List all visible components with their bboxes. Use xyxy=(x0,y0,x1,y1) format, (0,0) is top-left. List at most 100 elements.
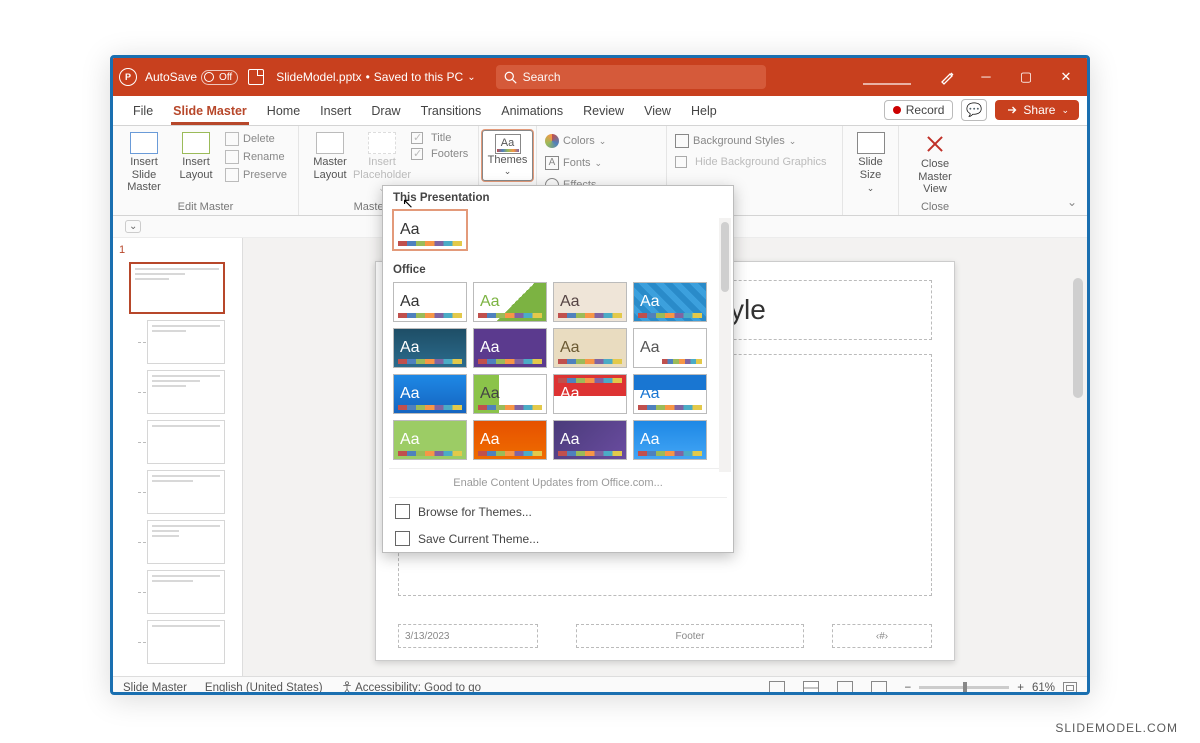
theme-swatch[interactable]: Aa xyxy=(553,328,627,368)
theme-swatch[interactable]: Aa xyxy=(633,374,707,414)
status-mode: Slide Master xyxy=(123,682,187,694)
tab-view[interactable]: View xyxy=(634,96,681,125)
slideshow-button[interactable] xyxy=(871,681,887,695)
theme-swatch[interactable]: Aa xyxy=(553,374,627,414)
theme-swatch[interactable]: Aa xyxy=(633,328,707,368)
theme-swatch[interactable]: Aa xyxy=(473,420,547,460)
close-icon xyxy=(923,132,947,156)
chevron-down-icon: ⌄ xyxy=(467,72,475,83)
zoom-in-button[interactable]: + xyxy=(1017,682,1024,694)
tab-transitions[interactable]: Transitions xyxy=(411,96,492,125)
close-button[interactable]: ✕ xyxy=(1059,69,1073,85)
tab-slide-master[interactable]: Slide Master xyxy=(163,96,257,125)
footers-checkbox[interactable]: ✓Footers xyxy=(411,148,468,160)
layout-thumbnail[interactable] xyxy=(147,320,225,364)
tab-file[interactable]: File xyxy=(123,96,163,125)
title-checkbox[interactable]: ✓Title xyxy=(411,132,468,144)
slide-size-button[interactable]: Slide Size⌄ xyxy=(851,130,890,194)
theme-swatch[interactable]: Aa xyxy=(473,328,547,368)
theme-swatch[interactable]: Aa xyxy=(553,282,627,322)
slide-number-placeholder[interactable]: ‹#› xyxy=(832,624,932,648)
insert-layout-button[interactable]: Insert Layout xyxy=(173,130,219,181)
theme-swatch[interactable]: Aa xyxy=(473,282,547,322)
theme-swatch-current[interactable]: Aa xyxy=(393,210,467,250)
delete-button[interactable]: Delete xyxy=(225,132,287,146)
zoom-level[interactable]: 61% xyxy=(1032,682,1055,694)
normal-view-button[interactable] xyxy=(769,681,785,695)
theme-swatch[interactable]: Aa xyxy=(553,420,627,460)
insert-slide-master-button[interactable]: Insert Slide Master xyxy=(121,130,167,194)
minimize-button[interactable]: ─ xyxy=(979,69,993,85)
comments-button[interactable]: 💬 xyxy=(961,99,987,121)
layout-thumbnail[interactable] xyxy=(147,370,225,414)
master-thumbnail[interactable] xyxy=(129,262,225,314)
vertical-scrollbar[interactable] xyxy=(1071,238,1085,676)
tab-help[interactable]: Help xyxy=(681,96,727,125)
search-icon xyxy=(504,71,517,84)
coming-soon-icon[interactable] xyxy=(939,69,955,85)
theme-swatch[interactable]: Aa xyxy=(393,282,467,322)
autosave-toggle[interactable]: Off xyxy=(201,70,238,85)
save-icon[interactable] xyxy=(248,69,264,85)
background-styles-button[interactable]: Background Styles⌄ xyxy=(675,134,826,148)
qat-customize-button[interactable]: ⌄ xyxy=(125,220,141,233)
share-icon xyxy=(1005,104,1017,116)
status-bar: Slide Master English (United States) Acc… xyxy=(113,676,1087,695)
layout-thumbnail[interactable] xyxy=(147,520,225,564)
themes-dropdown: This Presentation Aa Office Aa Aa Aa Aa … xyxy=(382,185,734,553)
status-accessibility[interactable]: Accessibility: Good to go xyxy=(341,681,481,694)
theme-swatch[interactable]: Aa xyxy=(633,282,707,322)
slide-sorter-button[interactable] xyxy=(803,681,819,695)
collapse-ribbon-button[interactable]: ⌄ xyxy=(1067,195,1077,209)
date-placeholder[interactable]: 3/13/2023 xyxy=(398,624,538,648)
enable-content-updates[interactable]: Enable Content Updates from Office.com..… xyxy=(389,468,727,498)
close-master-view-button[interactable]: Close Master View xyxy=(912,130,958,196)
master-layout-button[interactable]: Master Layout xyxy=(307,130,353,181)
maximize-button[interactable]: ▢ xyxy=(1019,69,1033,85)
tab-home[interactable]: Home xyxy=(257,96,310,125)
tab-draw[interactable]: Draw xyxy=(361,96,410,125)
zoom-slider[interactable] xyxy=(919,686,1009,689)
group-label-close: Close xyxy=(907,199,963,213)
tab-animations[interactable]: Animations xyxy=(491,96,573,125)
preserve-button[interactable]: Preserve xyxy=(225,168,287,182)
status-language[interactable]: English (United States) xyxy=(205,682,323,694)
account-indicator[interactable] xyxy=(863,83,911,85)
tab-insert[interactable]: Insert xyxy=(310,96,361,125)
share-button[interactable]: Share⌄ xyxy=(995,100,1079,120)
section-this-presentation: This Presentation xyxy=(383,186,733,208)
browse-for-themes[interactable]: Browse for Themes... xyxy=(383,498,733,525)
accessibility-icon xyxy=(341,681,353,693)
theme-swatch[interactable]: Aa xyxy=(393,420,467,460)
dropdown-scrollbar[interactable] xyxy=(719,218,731,472)
layout-thumbnail[interactable] xyxy=(147,470,225,514)
themes-button[interactable]: Aa Themes ⌄ xyxy=(482,130,534,181)
tab-review[interactable]: Review xyxy=(573,96,634,125)
theme-swatch[interactable]: Aa xyxy=(633,420,707,460)
theme-swatch[interactable]: Aa xyxy=(393,374,467,414)
search-input[interactable]: Search xyxy=(496,65,766,89)
autosave-label: AutoSave xyxy=(145,70,197,84)
fit-to-window-button[interactable] xyxy=(1063,682,1077,694)
fonts-button[interactable]: AFonts⌄ xyxy=(545,156,608,170)
theme-swatch[interactable]: Aa xyxy=(473,374,547,414)
save-current-theme[interactable]: Save Current Theme... xyxy=(383,525,733,552)
powerpoint-icon: P xyxy=(119,68,137,86)
folder-icon xyxy=(395,504,410,519)
rename-button[interactable]: Rename xyxy=(225,150,287,164)
layout-thumbnail[interactable] xyxy=(147,420,225,464)
colors-button[interactable]: Colors⌄ xyxy=(545,134,608,148)
layout-thumbnail[interactable] xyxy=(147,570,225,614)
footer-placeholder[interactable]: Footer xyxy=(576,624,804,648)
zoom-out-button[interactable]: − xyxy=(905,682,912,694)
theme-swatch[interactable]: Aa xyxy=(393,328,467,368)
section-office: Office xyxy=(383,258,733,280)
thumbnail-pane[interactable]: 1 xyxy=(113,238,243,676)
reading-view-button[interactable] xyxy=(837,681,853,695)
hide-background-checkbox[interactable]: Hide Background Graphics xyxy=(675,156,826,168)
record-button[interactable]: Record xyxy=(884,100,954,120)
title-bar: P AutoSave Off SlideModel.pptx • Saved t… xyxy=(113,58,1087,96)
document-title[interactable]: SlideModel.pptx • Saved to this PC ⌄ xyxy=(276,70,475,84)
layout-thumbnail[interactable] xyxy=(147,620,225,664)
watermark: SLIDEMODEL.COM xyxy=(1055,721,1178,735)
